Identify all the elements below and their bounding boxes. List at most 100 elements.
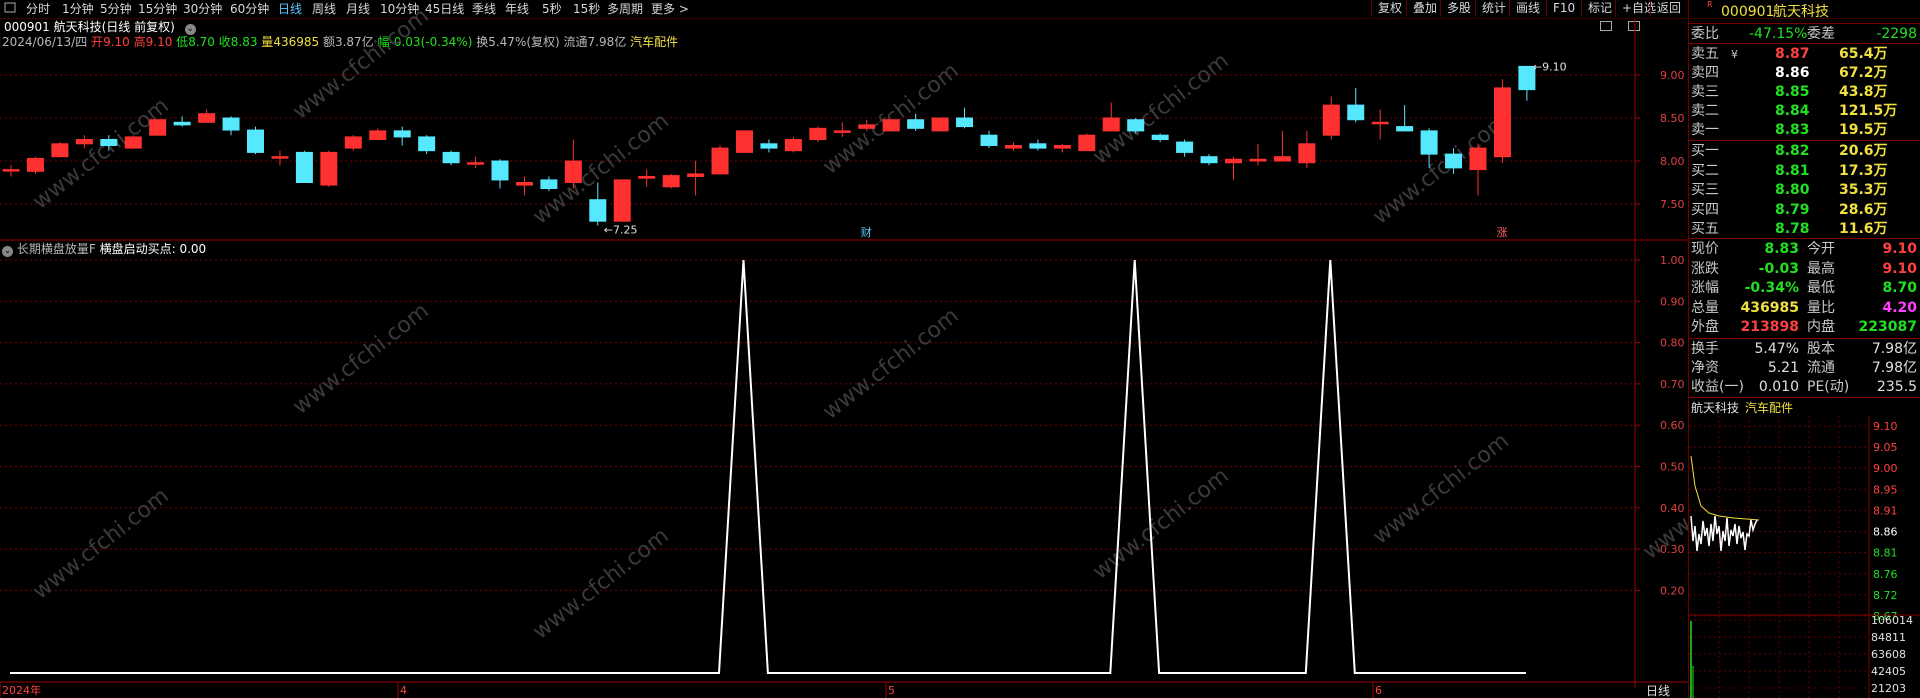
ask-volume: 43.8万 <box>1839 84 1888 100</box>
candle[interactable] <box>809 126 827 143</box>
candle[interactable] <box>51 142 69 158</box>
candle[interactable] <box>956 107 974 129</box>
candle[interactable] <box>515 176 533 196</box>
mini-chart-sector[interactable]: 汽车配件 <box>1745 400 1793 416</box>
candle[interactable] <box>931 117 949 132</box>
bid-volume: 28.6万 <box>1839 201 1888 218</box>
candle-series <box>2 65 1536 226</box>
indicator-tick-label: 0.70 <box>1660 378 1685 391</box>
candle[interactable] <box>418 135 436 155</box>
time-axis-label: 6 <box>1375 684 1382 697</box>
candle[interactable] <box>344 135 362 151</box>
candle[interactable] <box>662 173 680 189</box>
stat-value: 9.10 <box>1882 260 1917 277</box>
candle[interactable] <box>638 169 656 187</box>
candle[interactable] <box>124 135 142 149</box>
candle[interactable] <box>1225 156 1242 180</box>
bid-row[interactable]: 买四 8.79 28.6万 <box>1689 201 1920 220</box>
candle[interactable] <box>320 150 338 187</box>
stat-label: 总量 <box>1691 299 1719 316</box>
candle[interactable] <box>1176 139 1194 157</box>
candle[interactable] <box>613 179 631 222</box>
candle[interactable] <box>980 130 998 149</box>
candle[interactable] <box>1102 102 1120 132</box>
watermark-text: www.cfchi.com <box>1368 108 1513 229</box>
candle[interactable] <box>1273 130 1291 162</box>
candle[interactable] <box>760 139 778 153</box>
extreme-price-label: ←7.25 <box>604 224 638 237</box>
mini-volume-tick: 42405 <box>1871 665 1906 678</box>
candle[interactable] <box>564 139 582 189</box>
candle[interactable] <box>1493 79 1511 163</box>
mini-volume-tick: 106014 <box>1871 614 1913 627</box>
candle[interactable] <box>295 150 313 183</box>
candle[interactable] <box>1004 142 1022 151</box>
candle[interactable] <box>687 161 705 196</box>
bid-row[interactable]: 买一 8.82 20.6万 <box>1689 142 1920 161</box>
mini-price-tick: 8.95 <box>1873 483 1898 496</box>
ask-row[interactable]: 卖五 ¥8.87 65.4万 <box>1689 45 1920 64</box>
fundamental-label: PE(动) <box>1807 379 1850 395</box>
candle[interactable] <box>247 126 264 155</box>
candle[interactable] <box>442 150 460 166</box>
candle[interactable] <box>491 159 509 189</box>
candle[interactable] <box>540 176 558 192</box>
weibi-row: 委比 -47.15% 委差 -2298 <box>1689 25 1920 44</box>
ask-row[interactable]: 卖三 8.85 43.8万 <box>1689 83 1920 102</box>
bid-label: 买三 <box>1691 182 1719 198</box>
stat-value: 436985 <box>1740 299 1799 316</box>
weibi-label: 委比 <box>1691 26 1719 42</box>
event-marker: 涨 <box>1496 226 1507 239</box>
candle[interactable] <box>26 156 44 174</box>
price-tick-label: 8.50 <box>1660 112 1685 125</box>
ask-price: 8.86 <box>1775 65 1810 81</box>
candle[interactable] <box>467 156 485 168</box>
candle[interactable] <box>1249 143 1267 166</box>
intraday-mini-chart[interactable]: 9.109.059.008.958.918.868.818.768.728.67… <box>1689 416 1920 698</box>
candle[interactable] <box>2 165 20 177</box>
r-badge: R <box>1707 0 1713 9</box>
fundamental-value: 0.010 <box>1758 379 1799 395</box>
candle[interactable] <box>1029 139 1047 151</box>
indicator-tick-label: 0.80 <box>1660 337 1685 350</box>
candle[interactable] <box>1151 133 1169 143</box>
candle[interactable] <box>736 130 753 153</box>
candle[interactable] <box>369 128 387 140</box>
candle[interactable] <box>1127 118 1145 134</box>
ask-row[interactable]: 卖一 8.83 19.5万 <box>1689 121 1920 140</box>
candle[interactable] <box>1469 143 1487 196</box>
stat-value: 4.20 <box>1882 299 1917 316</box>
fundamental-label: 换手 <box>1691 341 1719 357</box>
bid-volume: 20.6万 <box>1839 143 1888 159</box>
candle[interactable] <box>882 119 900 132</box>
time-axis-label: 2024年 <box>2 684 41 697</box>
candle[interactable] <box>222 116 240 136</box>
candle[interactable] <box>1347 87 1365 123</box>
mini-price-tick: 9.10 <box>1873 420 1898 433</box>
candle[interactable] <box>711 145 729 175</box>
bid-row[interactable]: 买三 8.80 35.3万 <box>1689 181 1920 200</box>
stat-label: 最低 <box>1807 280 1835 296</box>
bid-row[interactable]: 买二 8.81 17.3万 <box>1689 162 1920 181</box>
candle[interactable] <box>393 126 411 146</box>
candle[interactable] <box>1078 133 1096 152</box>
fundamental-row: 换手 5.47% 股本 7.98亿 <box>1689 340 1920 359</box>
candle[interactable] <box>1322 96 1340 140</box>
candle[interactable] <box>1298 130 1316 168</box>
stat-value: 8.70 <box>1882 280 1917 296</box>
candle[interactable] <box>784 136 802 153</box>
candle[interactable] <box>271 150 289 166</box>
ask-row[interactable]: 卖二 8.84 121.5万 <box>1689 102 1920 121</box>
fundamental-label: 股本 <box>1807 341 1835 357</box>
candle[interactable] <box>198 109 216 123</box>
candle[interactable] <box>1053 143 1071 153</box>
candle[interactable] <box>1371 109 1389 140</box>
fundamental-label: 净资 <box>1691 360 1719 376</box>
bid-row[interactable]: 买五 8.78 11.6万 <box>1689 220 1920 239</box>
ask-label: 卖四 <box>1691 65 1719 81</box>
ask-row[interactable]: 卖四 8.86 67.2万 <box>1689 64 1920 83</box>
kline-chart[interactable]: www.cfchi.com www.cfchi.com www.cfchi.com w… <box>0 0 1688 698</box>
candle[interactable] <box>149 119 167 136</box>
candle[interactable] <box>833 122 851 137</box>
candle[interactable] <box>1200 154 1218 166</box>
